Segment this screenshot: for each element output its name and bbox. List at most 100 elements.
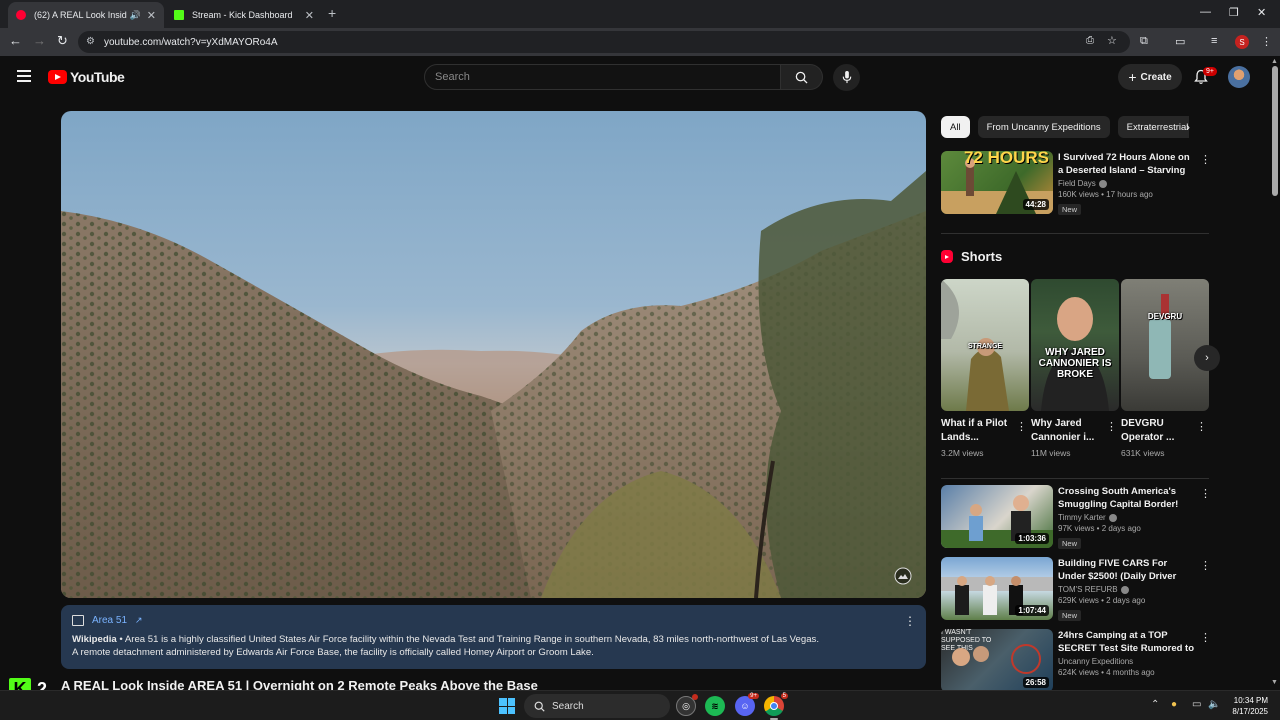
new-badge: New bbox=[1058, 204, 1082, 215]
recommendation-item[interactable]: 1:03:36 Crossing South America's Smuggli… bbox=[941, 485, 1211, 549]
chrome-app-icon[interactable]: 5 bbox=[764, 693, 788, 720]
more-options-icon[interactable]: ⋮ bbox=[1200, 487, 1211, 500]
network-icon[interactable]: ▭ bbox=[1192, 699, 1201, 710]
more-options-icon[interactable]: ⋮ bbox=[1016, 420, 1027, 433]
document-icon bbox=[72, 615, 84, 626]
scroll-down-icon[interactable]: ▼ bbox=[1271, 679, 1278, 686]
more-options-icon[interactable]: ⋮ bbox=[1106, 420, 1117, 433]
more-options-icon[interactable]: ⋮ bbox=[1196, 420, 1207, 433]
context-info-panel: Area 51 ↗ Wikipedia • Area 51 is a highl… bbox=[61, 605, 926, 669]
short-title[interactable]: Why Jared Cannonier i... bbox=[1031, 417, 1103, 445]
channel-name[interactable]: Field Days bbox=[1058, 179, 1194, 188]
browser-tab-bar: (62) A REAL Look Inside ARE 🔊 ✕ Stream -… bbox=[0, 0, 1280, 28]
recommendation-item[interactable]: 1:07:44 Building FIVE CARS For Under $25… bbox=[941, 557, 1211, 621]
taskbar-clock[interactable]: 10:34 PM 8/17/2025 bbox=[1224, 695, 1268, 717]
short-item[interactable]: WHY JARED CANNONIER IS BROKE Why Jared C… bbox=[1031, 279, 1119, 458]
video-thumbnail[interactable]: 72 HOURS 44:28 bbox=[941, 151, 1053, 214]
short-overlay-text: DEVGRU bbox=[1147, 312, 1183, 321]
channel-name[interactable]: Timmy Karter bbox=[1058, 513, 1194, 522]
plus-icon: + bbox=[1128, 69, 1137, 85]
ambient-mode-icon[interactable] bbox=[893, 566, 913, 586]
short-thumbnail[interactable]: WHY JARED CANNONIER IS BROKE bbox=[1031, 279, 1119, 411]
tab-kick-dashboard[interactable]: Stream - Kick Dashboard ✕ bbox=[166, 2, 322, 28]
topic-link[interactable]: Area 51 ↗ bbox=[72, 615, 915, 626]
reload-icon[interactable]: ↻ bbox=[57, 33, 68, 49]
video-meta: 24hrs Camping at a TOP SECRET Test Site … bbox=[1058, 629, 1194, 677]
search-button[interactable] bbox=[781, 64, 823, 90]
menu-icon[interactable] bbox=[17, 70, 31, 85]
restore-icon[interactable]: ❐ bbox=[1229, 6, 1239, 19]
extensions-icon[interactable]: ⧉ bbox=[1140, 35, 1148, 48]
scrollbar-thumb[interactable] bbox=[1272, 66, 1278, 196]
search-input[interactable]: Search bbox=[424, 64, 781, 90]
media-controls-icon[interactable]: ≡ bbox=[1211, 35, 1217, 47]
tray-overflow-chevron-icon[interactable]: ⌃ bbox=[1151, 699, 1159, 710]
video-title-text[interactable]: 24hrs Camping at a TOP SECRET Test Site … bbox=[1058, 629, 1194, 655]
new-tab-icon[interactable]: + bbox=[328, 5, 336, 21]
profile-avatar[interactable]: S bbox=[1235, 35, 1249, 49]
chip-all[interactable]: All bbox=[941, 116, 970, 138]
video-thumbnail[interactable]: 1:03:36 bbox=[941, 485, 1053, 548]
more-options-icon[interactable]: ⋮ bbox=[1200, 153, 1211, 166]
more-options-icon[interactable]: ⋮ bbox=[904, 614, 916, 628]
account-avatar[interactable] bbox=[1228, 66, 1250, 88]
address-bar[interactable]: ⚙ youtube.com/watch?v=yXdMAYORo4A ⎙ ☆ bbox=[78, 31, 1130, 53]
back-icon[interactable]: ← bbox=[9, 33, 22, 48]
spotify-app-icon[interactable]: ≋ bbox=[705, 696, 725, 716]
short-title[interactable]: What if a Pilot Lands... bbox=[941, 417, 1013, 445]
microphone-in-use-icon[interactable]: ● bbox=[1171, 699, 1177, 710]
chips-next-chevron-icon[interactable]: › bbox=[1186, 120, 1190, 134]
filter-chips: All From Uncanny Expeditions Extraterres… bbox=[941, 116, 1189, 138]
speaker-icon[interactable]: 🔊 bbox=[130, 10, 141, 21]
bookmark-star-icon[interactable]: ☆ bbox=[1107, 34, 1117, 47]
windows-start-icon[interactable] bbox=[499, 698, 515, 714]
short-thumbnail[interactable]: DEVGRU bbox=[1121, 279, 1209, 411]
tab-youtube[interactable]: (62) A REAL Look Inside ARE 🔊 ✕ bbox=[8, 2, 164, 28]
recommendation-item[interactable]: 72 HOURS 44:28 I Survived 72 Hours Alone… bbox=[941, 151, 1211, 215]
close-tab-icon[interactable]: ✕ bbox=[305, 9, 314, 22]
video-title-text[interactable]: Crossing South America's Smuggling Capit… bbox=[1058, 485, 1194, 511]
short-thumbnail-image bbox=[1041, 297, 1109, 411]
menu-kebab-icon[interactable]: ⋮ bbox=[1261, 35, 1272, 48]
video-thumbnail[interactable]: 1:07:44 bbox=[941, 557, 1053, 620]
short-item[interactable]: DEVGRU DEVGRU Operator ... 631K views ⋮ bbox=[1121, 279, 1209, 458]
split-view-icon[interactable]: ▭ bbox=[1175, 35, 1185, 48]
scroll-up-icon[interactable]: ▲ bbox=[1271, 58, 1278, 65]
voice-search-button[interactable] bbox=[833, 64, 860, 91]
site-info-icon[interactable]: ⚙ bbox=[86, 36, 95, 47]
more-options-icon[interactable]: ⋮ bbox=[1200, 631, 1211, 644]
channel-name[interactable]: Uncanny Expeditions bbox=[1058, 657, 1194, 666]
obs-app-icon[interactable]: ◎ bbox=[676, 694, 698, 716]
video-thumbnail[interactable]: I WASN'T SUPPOSED TO SEE THIS 26:58 bbox=[941, 629, 1053, 692]
logo-text: YouTube bbox=[70, 69, 125, 85]
shorts-next-chevron-icon[interactable]: › bbox=[1194, 345, 1220, 371]
minimize-icon[interactable]: — bbox=[1200, 6, 1211, 18]
page-scrollbar[interactable]: ▲ ▼ bbox=[1270, 56, 1280, 690]
taskbar-search[interactable]: Search bbox=[524, 694, 670, 718]
new-badge: New bbox=[1058, 610, 1082, 621]
tab-title: Stream - Kick Dashboard bbox=[192, 10, 293, 20]
more-options-icon[interactable]: ⋮ bbox=[1200, 559, 1211, 572]
channel-name[interactable]: TOM'S REFURB bbox=[1058, 585, 1194, 594]
short-overlay-text: WHY JARED CANNONIER IS BROKE bbox=[1038, 347, 1112, 380]
short-title[interactable]: DEVGRU Operator ... bbox=[1121, 417, 1193, 445]
forward-icon[interactable]: → bbox=[33, 33, 46, 48]
chip-from-channel[interactable]: From Uncanny Expeditions bbox=[977, 116, 1110, 138]
video-player[interactable] bbox=[61, 111, 926, 598]
close-tab-icon[interactable]: ✕ bbox=[147, 9, 156, 22]
discord-app-icon[interactable]: ☺ 9+ bbox=[735, 693, 759, 716]
taskbar-search-label: Search bbox=[552, 700, 584, 712]
video-title-text[interactable]: Building FIVE CARS For Under $2500! (Dai… bbox=[1058, 557, 1194, 583]
install-app-icon[interactable]: ⎙ bbox=[1086, 35, 1094, 46]
video-title-text[interactable]: I Survived 72 Hours Alone on a Deserted … bbox=[1058, 151, 1194, 177]
create-button[interactable]: + Create bbox=[1118, 64, 1182, 90]
recommendation-item[interactable]: I WASN'T SUPPOSED TO SEE THIS 26:58 24hr… bbox=[941, 629, 1211, 693]
youtube-logo[interactable]: YouTube bbox=[48, 69, 125, 85]
notifications-badge: 9+ bbox=[1203, 67, 1217, 76]
short-thumbnail[interactable]: STRANGE bbox=[941, 279, 1029, 411]
short-item[interactable]: STRANGE What if a Pilot Lands... 3.2M vi… bbox=[941, 279, 1029, 458]
volume-icon[interactable]: 🔈 bbox=[1208, 699, 1220, 710]
youtube-play-icon bbox=[48, 70, 67, 84]
close-window-icon[interactable]: ✕ bbox=[1257, 6, 1266, 19]
chip-extraterrestrial[interactable]: Extraterrestrial bbox=[1117, 116, 1189, 138]
